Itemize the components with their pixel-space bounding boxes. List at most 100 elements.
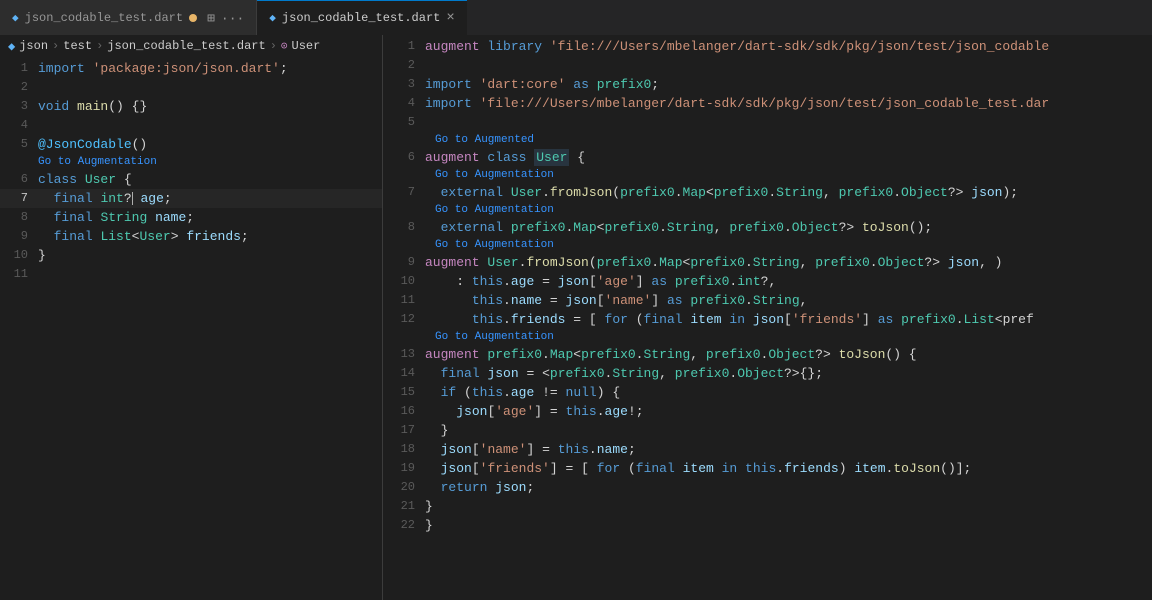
right-line-num-9: 9 — [383, 253, 425, 272]
code-line-8: 8 final String name; — [0, 208, 382, 227]
line-num-7: 7 — [0, 189, 36, 208]
line-content-4 — [36, 116, 382, 135]
right-line-num-17: 17 — [383, 421, 425, 440]
code-line-5: 5 @JsonCodable() — [0, 135, 382, 154]
line-content-5: @JsonCodable() — [36, 135, 382, 154]
goto-augmentation-5[interactable]: Go to Augmentation — [0, 154, 382, 170]
line-num-10: 10 — [0, 246, 36, 265]
line-num-2: 2 — [0, 78, 36, 97]
right-line-1: 1 augment library 'file:///Users/mbelang… — [383, 37, 1152, 56]
right-line-num-3: 3 — [383, 75, 425, 94]
line-content-9: final List<User> friends; — [36, 227, 382, 246]
right-line-content-19: json['friends'] = [ for (final item in t… — [425, 459, 1152, 478]
line-content-10: } — [36, 246, 382, 265]
goto-augmentation-after-12[interactable]: Go to Augmentation — [383, 329, 1152, 345]
code-line-9: 9 final List<User> friends; — [0, 227, 382, 246]
dart-icon-right: ◆ — [269, 11, 276, 25]
right-line-num-16: 16 — [383, 402, 425, 421]
line-content-3: void main() {} — [36, 97, 382, 116]
code-line-4: 4 — [0, 116, 382, 135]
main-content: ◆ json › test › json_codable_test.dart ›… — [0, 35, 1152, 600]
tab-close-button[interactable]: × — [446, 10, 454, 26]
right-line-content-1: augment library 'file:///Users/mbelanger… — [425, 37, 1152, 56]
goto-augmentation-after-6[interactable]: Go to Augmentation — [383, 167, 1152, 183]
line-num-8: 8 — [0, 208, 36, 227]
right-line-17: 17 } — [383, 421, 1152, 440]
right-line-content-4: import 'file:///Users/mbelanger/dart-sdk… — [425, 94, 1152, 113]
code-line-3: 3 void main() {} — [0, 97, 382, 116]
right-line-num-22: 22 — [383, 516, 425, 535]
breadcrumb-file[interactable]: json_codable_test.dart — [107, 39, 265, 53]
right-line-19: 19 json['friends'] = [ for (final item i… — [383, 459, 1152, 478]
right-line-content-7: external User.fromJson(prefix0.Map<prefi… — [425, 183, 1152, 202]
right-line-num-15: 15 — [383, 383, 425, 402]
more-icon[interactable]: ··· — [221, 11, 244, 26]
right-line-4: 4 import 'file:///Users/mbelanger/dart-s… — [383, 94, 1152, 113]
right-line-num-21: 21 — [383, 497, 425, 516]
right-line-11: 11 this.name = json['name'] as prefix0.S… — [383, 291, 1152, 310]
breadcrumb-test[interactable]: test — [63, 39, 92, 53]
line-content-1: import 'package:json/json.dart'; — [36, 59, 382, 78]
goto-augmentation-after-8[interactable]: Go to Augmentation — [383, 237, 1152, 253]
line-num-1: 1 — [0, 59, 36, 78]
right-line-num-13: 13 — [383, 345, 425, 364]
goto-augmented-label-6: Go to Augmented — [435, 134, 534, 146]
line-num-6: 6 — [0, 170, 36, 189]
goto-aug-label-r7: Go to Augmentation — [435, 204, 554, 216]
right-line-num-18: 18 — [383, 440, 425, 459]
right-line-7: 7 external User.fromJson(prefix0.Map<pre… — [383, 183, 1152, 202]
line-content-6: class User { — [36, 170, 382, 189]
right-line-21: 21 } — [383, 497, 1152, 516]
split-icon[interactable]: ⊞ — [207, 11, 215, 26]
breadcrumb-sep1: › — [52, 39, 59, 53]
right-line-13: 13 augment prefix0.Map<prefix0.String, p… — [383, 345, 1152, 364]
code-line-2: 2 — [0, 78, 382, 97]
right-line-6: 6 augment class User { — [383, 148, 1152, 167]
right-line-content-5 — [425, 113, 1152, 132]
right-line-15: 15 if (this.age != null) { — [383, 383, 1152, 402]
right-line-content-12: this.friends = [ for (final item in json… — [425, 310, 1152, 329]
right-line-content-17: } — [425, 421, 1152, 440]
line-content-7: final int? age; — [36, 189, 382, 208]
line-content-11 — [36, 265, 382, 284]
breadcrumb-symbol-icon: ⊙ — [281, 39, 288, 53]
left-code-area: 1 import 'package:json/json.dart'; 2 3 v… — [0, 57, 382, 600]
right-line-content-13: augment prefix0.Map<prefix0.String, pref… — [425, 345, 1152, 364]
breadcrumb-user[interactable]: User — [292, 39, 321, 53]
right-line-content-8: external prefix0.Map<prefix0.String, pre… — [425, 218, 1152, 237]
line-num-9: 9 — [0, 227, 36, 246]
right-line-20: 20 return json; — [383, 478, 1152, 497]
breadcrumb: ◆ json › test › json_codable_test.dart ›… — [0, 35, 382, 57]
right-line-10: 10 : this.age = json['age'] as prefix0.i… — [383, 272, 1152, 291]
right-line-content-2 — [425, 56, 1152, 75]
right-line-3: 3 import 'dart:core' as prefix0; — [383, 75, 1152, 94]
right-line-num-12: 12 — [383, 310, 425, 329]
right-line-content-14: final json = <prefix0.String, prefix0.Ob… — [425, 364, 1152, 383]
goto-augmentation-after-7[interactable]: Go to Augmentation — [383, 202, 1152, 218]
goto-aug-label-r12: Go to Augmentation — [435, 331, 554, 343]
right-line-2: 2 — [383, 56, 1152, 75]
right-line-content-10: : this.age = json['age'] as prefix0.int?… — [425, 272, 1152, 291]
dart-file-icon: ◆ — [8, 39, 15, 54]
line-content-8: final String name; — [36, 208, 382, 227]
left-tab-inactive[interactable]: ◆ json_codable_test.dart ⊞ ··· — [0, 0, 256, 35]
right-tab-active[interactable]: ◆ json_codable_test.dart × — [257, 0, 466, 35]
right-line-9: 9 augment User.fromJson(prefix0.Map<pref… — [383, 253, 1152, 272]
left-code-lines: 1 import 'package:json/json.dart'; 2 3 v… — [0, 57, 382, 284]
code-line-10: 10 } — [0, 246, 382, 265]
goto-augmented-before-6[interactable]: Go to Augmented — [383, 132, 1152, 148]
right-line-num-19: 19 — [383, 459, 425, 478]
left-editor-panel: ◆ json › test › json_codable_test.dart ›… — [0, 35, 383, 600]
right-line-num-8: 8 — [383, 218, 425, 237]
goto-aug-label-r6: Go to Augmentation — [435, 169, 554, 181]
code-line-11: 11 — [0, 265, 382, 284]
right-line-num-2: 2 — [383, 56, 425, 75]
right-line-22: 22 } — [383, 516, 1152, 535]
right-line-content-22: } — [425, 516, 1152, 535]
breadcrumb-sep3: › — [270, 39, 277, 53]
right-line-num-5: 5 — [383, 113, 425, 132]
right-tab-filename: json_codable_test.dart — [282, 11, 440, 25]
right-line-num-6: 6 — [383, 148, 425, 167]
breadcrumb-json[interactable]: json — [19, 39, 48, 53]
modified-dot — [189, 14, 197, 22]
